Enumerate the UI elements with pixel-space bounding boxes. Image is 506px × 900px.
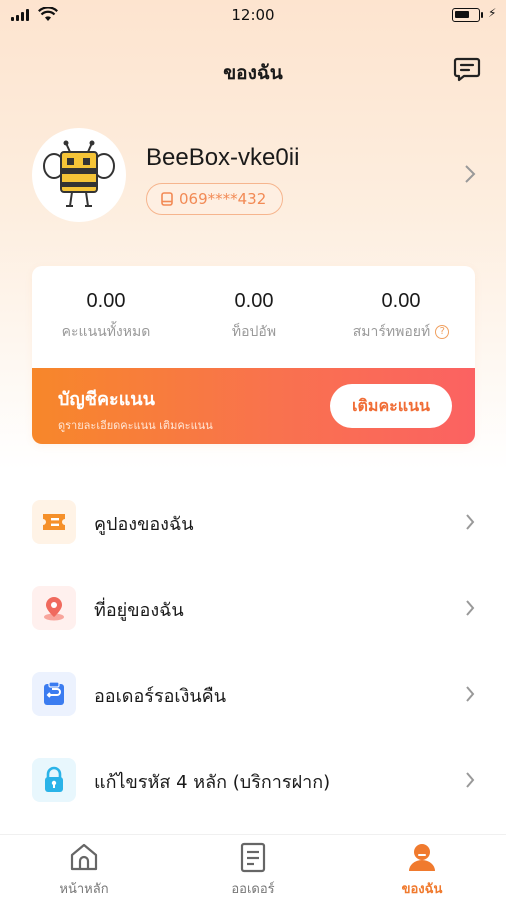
tab-label: ออเดอร์: [231, 882, 275, 897]
chevron-right-icon[interactable]: [464, 164, 476, 184]
points-account-title: บัญชีคะแนน: [58, 389, 155, 410]
menu-item-coupons[interactable]: คูปองของฉัน: [0, 478, 506, 564]
page-header: ของฉัน: [0, 50, 506, 90]
message-icon: [453, 57, 481, 82]
location-pin-icon: [44, 597, 64, 621]
phone-badge: 069****432: [146, 183, 284, 215]
menu-label: ออเดอร์รอเงินคืน: [94, 686, 227, 707]
avatar[interactable]: [32, 128, 126, 222]
menu-label: คูปองของฉัน: [94, 514, 194, 535]
stat-value: 0.00: [381, 290, 421, 312]
phone-number: 069****432: [179, 190, 267, 208]
stat-topup[interactable]: 0.00 ท็อปอัพ: [180, 290, 328, 343]
menu-label: ที่อยู่ของฉัน: [94, 600, 184, 621]
stat-value: 0.00: [86, 290, 126, 312]
menu-label: แก้ไขรหัส 4 หลัก (บริการฝาก): [94, 772, 331, 793]
bee-mascot-avatar: [43, 140, 115, 207]
stat-total-points[interactable]: 0.00 คะแนนทั้งหมด: [32, 290, 180, 343]
tab-home[interactable]: หน้าหลัก: [0, 835, 168, 900]
stat-label: คะแนนทั้งหมด: [61, 324, 151, 340]
message-button[interactable]: [452, 54, 482, 84]
home-icon: [70, 843, 98, 871]
lock-icon: [45, 766, 63, 792]
page-title: ของฉัน: [223, 62, 283, 84]
profile-icon: [409, 844, 435, 871]
phone-icon: [161, 192, 173, 206]
tab-label: หน้าหลัก: [59, 882, 109, 897]
chevron-right-icon: [466, 600, 475, 616]
menu-item-address[interactable]: ที่อยู่ของฉัน: [0, 564, 506, 650]
chevron-right-icon: [466, 686, 475, 702]
status-time: 12:00: [231, 6, 275, 24]
topup-button[interactable]: เติมคะแนน: [330, 384, 452, 428]
stat-value: 0.00: [234, 290, 274, 312]
bottom-tab-bar: หน้าหลัก ออเดอร์ ของฉัน: [0, 834, 506, 900]
username: BeeBox-vke0ii: [146, 144, 300, 171]
tab-label: ของฉัน: [401, 882, 443, 897]
stat-label: ท็อปอัพ: [231, 324, 277, 340]
refund-icon: [44, 681, 64, 705]
chevron-right-icon: [466, 772, 475, 788]
menu-item-refund-orders[interactable]: ออเดอร์รอเงินคืน: [0, 650, 506, 736]
stat-label: สมาร์ทพอยท์: [352, 324, 431, 340]
points-account-subtitle: ดูรายละเอียดคะแนน เติมคะแนน: [58, 419, 213, 432]
order-list-icon: [240, 842, 266, 873]
coupon-icon: [43, 514, 65, 530]
tab-profile[interactable]: ของฉัน: [338, 835, 506, 900]
points-account-banner[interactable]: บัญชีคะแนน ดูรายละเอียดคะแนน เติมคะแนน เ…: [32, 368, 475, 444]
menu-item-pin-code[interactable]: แก้ไขรหัส 4 หลัก (บริการฝาก): [0, 736, 506, 822]
profile-section[interactable]: BeeBox-vke0ii 069****432: [32, 128, 482, 224]
points-card: 0.00 คะแนนทั้งหมด 0.00 ท็อปอัพ 0.00 สมาร…: [32, 266, 475, 444]
tab-orders[interactable]: ออเดอร์: [169, 835, 337, 900]
charging-icon: ⚡: [488, 6, 497, 20]
status-bar: 12:00 ⚡: [0, 0, 506, 30]
chevron-right-icon: [466, 514, 475, 530]
battery-icon: [452, 8, 480, 22]
stat-smart-points[interactable]: 0.00 สมาร์ทพอยท์ ?: [327, 290, 475, 343]
help-icon[interactable]: ?: [435, 325, 450, 339]
